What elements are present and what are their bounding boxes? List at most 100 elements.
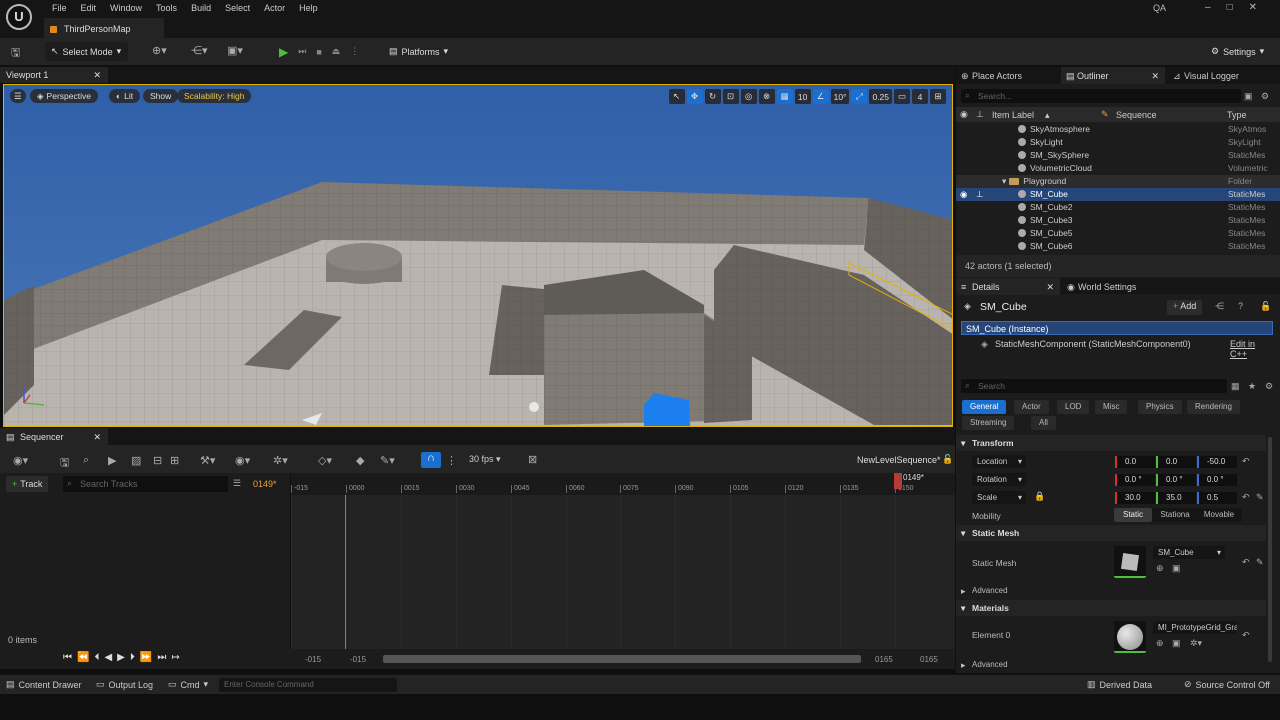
timeline-scrollbar[interactable] — [383, 655, 861, 663]
more-options-icon[interactable]: ⋮ — [446, 454, 457, 467]
viewport-scene[interactable] — [4, 85, 953, 427]
time-ruler[interactable]: -015 0000 0015 0030 0045 0060 0075 0090 0105 0120… — [291, 473, 955, 495]
clapper-icon[interactable]: ▨ — [131, 454, 141, 467]
select-tool-icon[interactable]: ↖ — [668, 89, 685, 104]
fps-selector[interactable]: 30 fps ▾ — [469, 454, 501, 465]
material-options-icon[interactable]: ✲▾ — [1190, 638, 1202, 649]
menu-tools[interactable]: Tools — [149, 3, 184, 13]
browse-icon[interactable]: ▣ — [1172, 563, 1181, 574]
camera-speed-icon[interactable]: ▭ — [894, 89, 910, 104]
gear-icon[interactable]: ⚙ — [1261, 91, 1269, 102]
show-button[interactable]: Show — [143, 89, 179, 103]
skip-to-end-icon[interactable]: ⏭ — [157, 652, 166, 663]
rotation-dropdown[interactable]: Rotation ▾ — [972, 473, 1026, 486]
filter-streaming[interactable]: Streaming — [962, 416, 1015, 430]
tab-details[interactable]: ≡ Details ✕ — [956, 278, 1060, 295]
close-icon[interactable]: ✕ — [1046, 282, 1054, 293]
filter-icon[interactable]: ☰ — [233, 478, 241, 489]
options-icon[interactable]: ✲▾ — [273, 454, 288, 467]
more-options-icon[interactable]: ⋮ — [350, 46, 359, 57]
add-component-button[interactable]: + Add — [1167, 300, 1203, 315]
outliner-search-input[interactable]: ⌕ Search... — [961, 89, 1241, 103]
filter-lod[interactable]: LOD — [1057, 400, 1090, 414]
materials-section[interactable]: ▾ Materials — [956, 600, 1266, 616]
reset-mesh-icon[interactable]: ↶ — [1242, 557, 1250, 568]
use-selected-icon[interactable]: ⊕ — [1156, 563, 1164, 574]
tools-icon[interactable]: ⚒▾ — [200, 454, 215, 467]
visibility-column-icon[interactable]: ◉ — [960, 109, 968, 120]
component-row[interactable]: ◈ StaticMeshComponent (StaticMeshCompone… — [961, 337, 1273, 359]
grid-snap-value[interactable]: 10 — [794, 89, 811, 104]
reset-location-icon[interactable]: ↶ — [1242, 456, 1250, 467]
tab-outliner[interactable]: ▤ Outliner ✕ — [1061, 67, 1165, 84]
scale-x-field[interactable]: 30.0 — [1115, 492, 1155, 504]
viewport-menu-icon[interactable]: ☰ — [10, 89, 26, 103]
close-window-button[interactable]: ✕ — [1249, 2, 1257, 13]
world-icon[interactable]: ◉▾ — [13, 454, 28, 467]
range-start-outer[interactable]: -015 — [305, 655, 321, 664]
key-tangent-icon[interactable]: ⊞ — [170, 454, 179, 467]
menu-help[interactable]: Help — [292, 3, 325, 13]
static-mesh-section[interactable]: ▾ Static Mesh — [956, 525, 1266, 541]
menu-actor[interactable]: Actor — [257, 3, 292, 13]
scale-dropdown[interactable]: Scale ▾ — [972, 491, 1026, 504]
surface-snap-icon[interactable]: ⊗ — [758, 89, 775, 104]
star-icon[interactable]: ★ — [1248, 381, 1256, 392]
sequencer-tab[interactable]: ▤ Sequencer ✕ — [0, 428, 108, 445]
details-search-input[interactable]: ⌕ Search — [961, 379, 1227, 393]
select-mode-button[interactable]: ↖ Select Mode ▾ — [45, 42, 128, 61]
filter-all[interactable]: All — [1031, 416, 1056, 430]
play-icon[interactable]: ▶ — [117, 652, 125, 663]
menu-window[interactable]: Window — [103, 3, 149, 13]
render-movie-icon[interactable]: ▶ — [108, 454, 116, 467]
rotation-x-field[interactable]: 0.0 ° — [1115, 474, 1155, 486]
tab-place-actors[interactable]: ⊕ Place Actors — [956, 67, 1060, 84]
camera-speed-value[interactable]: 4 — [912, 89, 928, 104]
scale-snap-value[interactable]: 0.25 — [869, 89, 892, 104]
maximize-button[interactable]: □ — [1227, 2, 1233, 13]
filter-general[interactable]: General — [962, 400, 1007, 414]
outliner-row[interactable]: SM_Cube3 StaticMes — [956, 214, 1280, 227]
sequencer-timeline[interactable]: -015 0000 0015 0030 0045 0060 0075 0090 0105 0120… — [291, 473, 955, 649]
lock-icon[interactable]: 🔓 — [942, 454, 953, 465]
step-back-icon[interactable]: ⏴ — [94, 652, 99, 663]
menu-select[interactable]: Select — [218, 3, 257, 13]
content-drawer-button[interactable]: ▤ Content Drawer — [6, 679, 82, 690]
location-x-field[interactable]: 0.0 — [1115, 456, 1155, 468]
static-mesh-advanced[interactable]: ▸ Advanced — [956, 584, 1266, 598]
location-y-field[interactable]: 0.0 — [1156, 456, 1196, 468]
filter-actor[interactable]: Actor — [1014, 400, 1049, 414]
eject-icon[interactable]: ⏏ — [332, 46, 341, 57]
filter-misc[interactable]: Misc — [1095, 400, 1128, 414]
blueprint-icon[interactable]: ⋲ — [1215, 301, 1224, 312]
gear-icon[interactable]: ⚙ — [1265, 381, 1273, 392]
outliner-row[interactable]: SM_Cube2 StaticMes — [956, 201, 1280, 214]
add-track-button[interactable]: + Track — [6, 476, 49, 492]
save-icon[interactable]: 🖫 — [11, 44, 20, 63]
chevron-down-icon[interactable]: ▾ — [1002, 176, 1006, 186]
brush-icon[interactable]: ✎▾ — [380, 454, 395, 467]
settings-button[interactable]: ⚙ Settings ▾ — [1205, 42, 1271, 61]
outliner-row[interactable]: VolumetricCloud Volumetric — [956, 162, 1280, 175]
layout-icon[interactable]: ⊞ — [930, 89, 946, 104]
minimize-button[interactable]: – — [1205, 2, 1211, 13]
derived-data-button[interactable]: ▥ Derived Data — [1087, 679, 1152, 690]
filter-rendering[interactable]: Rendering — [1187, 400, 1240, 414]
magnet-snap-icon[interactable]: ∩ — [421, 452, 441, 468]
location-dropdown[interactable]: Location ▾ — [972, 455, 1026, 468]
key-icon[interactable]: ⊟ — [153, 454, 162, 467]
pin-column-icon[interactable]: ⊥ — [976, 109, 984, 120]
rotation-y-field[interactable]: 0.0 ° — [1156, 474, 1196, 486]
lock-scale-icon[interactable]: 🔒 — [1034, 491, 1045, 502]
location-z-field[interactable]: -50.0 — [1197, 456, 1237, 468]
source-control-button[interactable]: ⊘ Source Control Off — [1184, 679, 1270, 690]
range-end-inner[interactable]: 0165 — [875, 655, 893, 664]
scale-tool-icon[interactable]: ⊡ — [722, 89, 739, 104]
play-reverse-icon[interactable]: ◀ — [104, 652, 112, 663]
previous-key-icon[interactable]: ⏪ — [77, 652, 89, 663]
static-mesh-dropdown[interactable]: SM_Cube ▾ — [1153, 546, 1225, 559]
step-forward-icon[interactable]: ⏵ — [130, 652, 135, 663]
viewport-tab[interactable]: Viewport 1 ✕ — [0, 67, 108, 83]
column-type[interactable]: Type — [1227, 110, 1247, 120]
tab-visual-logger[interactable]: ⊿ Visual Logger — [1168, 67, 1272, 84]
